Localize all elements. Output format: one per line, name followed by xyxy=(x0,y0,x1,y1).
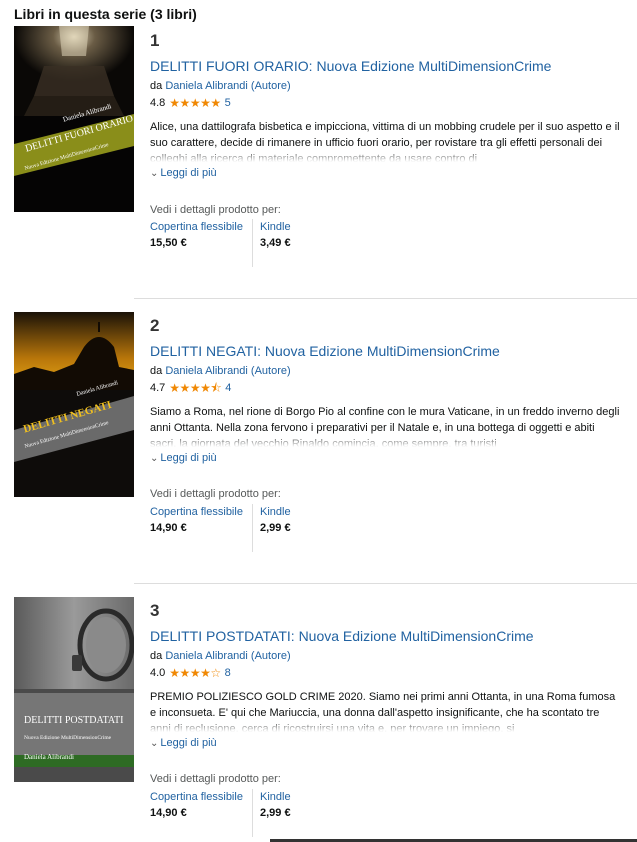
book-number: 2 xyxy=(150,316,160,335)
byline: da Daniela Alibrandi (Autore) xyxy=(150,650,291,662)
format-kindle[interactable]: Kindle 2,99 € xyxy=(260,506,291,534)
by-label: da xyxy=(150,80,163,92)
byline: da Daniela Alibrandi (Autore) xyxy=(150,80,291,92)
chevron-down-icon: ⌄ xyxy=(150,452,159,464)
review-count-link[interactable]: 4 xyxy=(225,382,231,394)
star-rating-icon[interactable]: ★★★★⯪ xyxy=(169,382,221,394)
format-paperback[interactable]: Copertina flessibile 14,90 € xyxy=(150,506,243,534)
review-count-link[interactable]: 8 xyxy=(225,667,231,679)
chevron-down-icon: ⌄ xyxy=(150,167,159,179)
details-label: Vedi i dettagli prodotto per: xyxy=(150,773,281,785)
book-description: Siamo a Roma, nel rione di Borgo Pio al … xyxy=(150,404,620,447)
format-name: Kindle xyxy=(260,791,291,803)
row-divider xyxy=(134,583,637,584)
review-count-link[interactable]: 5 xyxy=(225,97,231,109)
format-paperback[interactable]: Copertina flessibile 15,50 € xyxy=(150,221,243,249)
description-fade xyxy=(150,718,620,732)
book-title-link[interactable]: DELITTI NEGATI: Nuova Edizione MultiDime… xyxy=(150,343,500,359)
read-more-link[interactable]: ⌄ Leggi di più xyxy=(150,167,217,179)
read-more-label: Leggi di più xyxy=(160,167,217,179)
cover-author: Daniela Alibrandi xyxy=(24,753,74,761)
format-name: Copertina flessibile xyxy=(150,221,243,233)
book-description: PREMIO POLIZIESCO GOLD CRIME 2020. Siamo… xyxy=(150,689,620,732)
read-more-label: Leggi di più xyxy=(160,737,217,749)
book-number: 3 xyxy=(150,601,160,620)
rating-value: 4.8 xyxy=(150,97,166,109)
format-name: Copertina flessibile xyxy=(150,506,243,518)
format-paperback[interactable]: Copertina flessibile 14,90 € xyxy=(150,791,243,819)
star-rating-icon[interactable]: ★★★★☆ xyxy=(169,667,221,679)
by-label: da xyxy=(150,365,163,377)
book-description: Alice, una dattilografa bisbetica e impi… xyxy=(150,119,620,162)
format-price: 14,90 € xyxy=(150,807,187,819)
description-fade xyxy=(150,148,620,162)
format-kindle[interactable]: Kindle 3,49 € xyxy=(260,221,291,249)
cover-image xyxy=(14,312,134,497)
rating-value: 4.7 xyxy=(150,382,166,394)
book-title-link[interactable]: DELITTI POSTDATATI: Nuova Edizione Multi… xyxy=(150,628,534,644)
book-cover[interactable]: DELITTI POSTDATATI Nuova Edizione MultiD… xyxy=(14,597,134,782)
byline: da Daniela Alibrandi (Autore) xyxy=(150,365,291,377)
book-number: 1 xyxy=(150,31,160,50)
format-separator xyxy=(252,789,253,837)
details-label: Vedi i dettagli prodotto per: xyxy=(150,204,281,216)
format-price: 2,99 € xyxy=(260,522,291,534)
details-label: Vedi i dettagli prodotto per: xyxy=(150,488,281,500)
format-kindle[interactable]: Kindle 2,99 € xyxy=(260,791,291,819)
author-link[interactable]: Daniela Alibrandi (Autore) xyxy=(165,650,290,662)
format-name: Kindle xyxy=(260,221,291,233)
rating-value: 4.0 xyxy=(150,667,166,679)
read-more-label: Leggi di più xyxy=(160,452,217,464)
format-price: 2,99 € xyxy=(260,807,291,819)
book-title-link[interactable]: DELITTI FUORI ORARIO: Nuova Edizione Mul… xyxy=(150,58,551,74)
read-more-link[interactable]: ⌄ Leggi di più xyxy=(150,452,217,464)
chevron-down-icon: ⌄ xyxy=(150,737,159,749)
rating-row[interactable]: 4.7 ★★★★⯪ 4 xyxy=(150,382,231,394)
book-cover[interactable]: Daniela Alibrandi DELITTI NEGATI Nuova E… xyxy=(14,312,134,497)
format-price: 3,49 € xyxy=(260,237,291,249)
format-name: Kindle xyxy=(260,506,291,518)
series-header: Libri in questa serie (3 libri) xyxy=(14,6,197,22)
author-link[interactable]: Daniela Alibrandi (Autore) xyxy=(165,80,290,92)
cover-title: DELITTI POSTDATATI xyxy=(24,715,124,726)
book-cover[interactable]: Daniela Alibrandi DELITTI FUORI ORARIO N… xyxy=(14,26,134,212)
rating-row[interactable]: 4.8 ★★★★★ 5 xyxy=(150,97,231,109)
description-fade xyxy=(150,433,620,447)
row-divider xyxy=(134,298,637,299)
format-name: Copertina flessibile xyxy=(150,791,243,803)
by-label: da xyxy=(150,650,163,662)
format-separator xyxy=(252,504,253,552)
author-link[interactable]: Daniela Alibrandi (Autore) xyxy=(165,365,290,377)
cover-subtitle: Nuova Edizione MultiDimensionCrime xyxy=(24,735,112,741)
format-separator xyxy=(252,219,253,267)
rating-row[interactable]: 4.0 ★★★★☆ 8 xyxy=(150,667,231,679)
format-price: 15,50 € xyxy=(150,237,187,249)
format-price: 14,90 € xyxy=(150,522,187,534)
read-more-link[interactable]: ⌄ Leggi di più xyxy=(150,737,217,749)
star-rating-icon[interactable]: ★★★★★ xyxy=(169,97,221,109)
